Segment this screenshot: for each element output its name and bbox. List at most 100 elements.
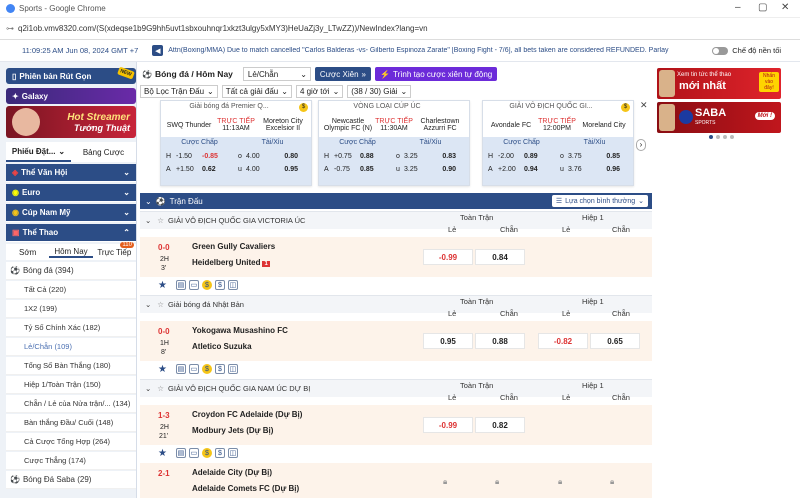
collapse-icon[interactable]: ⌄ [145, 216, 151, 225]
night-mode-toggle[interactable] [712, 46, 729, 55]
category-sports[interactable]: ▣ Thể Thao ⌃ [6, 224, 136, 242]
category-olympics[interactable]: ◈ Thể Văn Hội ⌄ [6, 164, 136, 182]
news-ticker[interactable]: Attn(Boxing/MMA) Due to match cancelled … [168, 47, 688, 54]
price: 0.62 [202, 166, 216, 173]
match-score: 1-3 [158, 411, 170, 420]
favorite-star-icon[interactable]: ★ [158, 448, 167, 459]
half-even-price-button[interactable]: 0.65 [590, 333, 640, 349]
even-price-button[interactable]: 0.84 [475, 249, 525, 265]
hot-streamer-banner[interactable]: Hot Streamer Tướng Thuật [6, 106, 136, 138]
sport-toolbar: ⚽ Bóng đá / Hôm Nay Lẻ/Chẵn ⌄ Cược Xiên» … [140, 66, 498, 82]
match-filter-select[interactable]: Bộ Lọc Trận Đấu ⌄ [140, 84, 218, 98]
compact-version-banner[interactable]: ▯ Phiên bản Rút Gọn NEW [6, 66, 136, 84]
carousel-dot[interactable] [716, 135, 720, 139]
saba-coin-icon[interactable]: $ [201, 280, 212, 290]
galaxy-banner[interactable]: ✦ Galaxy [6, 88, 136, 104]
collapse-icon[interactable]: ⌄ [145, 300, 151, 309]
sidebar-item-mix-parlay[interactable]: Cả Cược Tổng Hợp (264) [6, 433, 136, 451]
favorite-star-icon[interactable]: ★ [158, 364, 167, 375]
even-price-button[interactable]: 0.88 [475, 333, 525, 349]
tab-live[interactable]: Trực Tiếp 110 [93, 241, 136, 257]
league-count-select[interactable]: (38 / 30) Giải ⌄ [347, 84, 412, 98]
minimize-icon[interactable]: – [735, 2, 741, 13]
chart-icon[interactable]: ◫ [227, 448, 238, 458]
hours-filter-select[interactable]: 4 giờ tới ⌄ [295, 84, 344, 98]
favorite-star-icon[interactable]: ☆ [157, 384, 164, 393]
live-tv-icon[interactable]: ▭ [188, 280, 199, 290]
even-price-button[interactable]: 0.82 [475, 417, 525, 433]
live-tv-icon[interactable]: ▭ [188, 364, 199, 374]
over-under-label: Tài/Xỉu [583, 139, 606, 146]
site-info-icon[interactable]: ⊶ [6, 24, 14, 33]
auto-parlay-button[interactable]: ⚡ Trình tạo cược xiên tự động [374, 67, 498, 81]
sidebar-item-first-last-goal[interactable]: Bàn thắng Đầu/ Cuối (148) [6, 414, 136, 432]
stats-icon[interactable]: ▤ [175, 448, 186, 458]
sidebar-item-correct-score[interactable]: Tỷ Số Chính Xác (182) [6, 319, 136, 337]
half-even-header: Chẵn [612, 393, 630, 402]
odd-price-button[interactable]: 0.95 [423, 333, 473, 349]
sidebar-item-football[interactable]: ⚽ Bóng đá (394) [6, 262, 136, 280]
featured-match-card-1[interactable]: Giải bóng đá Premier Q... $ SWQ Thunder … [160, 100, 312, 186]
odd-price-button[interactable]: -0.99 [423, 417, 473, 433]
cashout-icon[interactable]: $ [214, 280, 225, 290]
address-bar[interactable]: ⊶ q2i1ob.vmv8320.com/(S(xdeqse1b9G9hh5uv… [0, 18, 800, 40]
tab-bet-slip[interactable]: Phiếu Đặt... ⌄ [6, 142, 71, 162]
saba-ad-banner[interactable]: SABA SPORTS Mới ! [657, 102, 781, 133]
odds-row-home[interactable]: H -2.00 0.89 o 3.75 0.85 [485, 150, 631, 163]
odd-price-button[interactable]: -0.99 [423, 249, 473, 265]
carousel-dot[interactable] [730, 135, 734, 139]
next-featured-icon[interactable]: › [636, 139, 646, 151]
odds-row-away[interactable]: A +1.50 0.62 u 4.00 0.95 [163, 163, 309, 176]
featured-match-card-3[interactable]: GIẢI VÔ ĐỊCH QUỐC GI... $ Avondale FC TR… [482, 100, 634, 186]
parlay-button[interactable]: Cược Xiên» [314, 67, 371, 81]
maximize-icon[interactable]: ▢ [758, 2, 767, 13]
sidebar-item-half-odd-even[interactable]: Chẵn / Lẻ của Nửa trận/... (134) [6, 395, 136, 413]
sidebar-item-odd-even[interactable]: Lẻ/Chẵn (109) [6, 338, 136, 356]
carousel-dot-active[interactable] [709, 135, 713, 139]
carousel-dot[interactable] [723, 135, 727, 139]
sidebar-item-ht-ft[interactable]: Hiệp 1/Toàn Trận (150) [6, 376, 136, 394]
close-icon[interactable]: ✕ [781, 2, 789, 13]
tab-today[interactable]: Hôm Nay [49, 247, 93, 258]
news-ad-banner[interactable]: Xem tin tức thể thao mới nhất Nhấn vào đ… [657, 68, 781, 99]
sidebar-item-outright[interactable]: Cược Thẳng (174) [6, 452, 136, 470]
odds-row-home[interactable]: H +0.75 0.88 o 3.25 0.83 [321, 150, 467, 163]
chart-icon[interactable]: ◫ [227, 364, 238, 374]
home-team: Newcastle Olympic FC (N) [323, 118, 373, 132]
sidebar-item-all[interactable]: Tất Cả (220) [6, 281, 136, 299]
sort-select[interactable]: ☰ Lựa chọn bình thường ⌄ [551, 195, 648, 207]
odds-row-away[interactable]: A +2.00 0.94 u 3.76 0.96 [485, 163, 631, 176]
collapse-icon[interactable]: ⌄ [145, 384, 151, 393]
live-tv-icon[interactable]: ▭ [188, 448, 199, 458]
chevron-down-icon: ⌄ [123, 168, 130, 177]
collapse-icon[interactable]: ⌄ [145, 197, 152, 206]
sidebar-item-1x2[interactable]: 1X2 (199) [6, 300, 136, 318]
chart-icon[interactable]: ◫ [227, 280, 238, 290]
favorite-star-icon[interactable]: ★ [158, 280, 167, 291]
odds-row-away[interactable]: A -0.75 0.85 u 3.25 0.90 [321, 163, 467, 176]
odds-type-select[interactable]: Lẻ/Chẵn ⌄ [242, 67, 311, 81]
tab-bet-table[interactable]: Bảng Cược [71, 142, 136, 162]
cashout-icon[interactable]: $ [214, 364, 225, 374]
featured-match-card-2[interactable]: VÒNG LOẠI CÚP ÚC Newcastle Olympic FC (N… [318, 100, 470, 186]
tab-early[interactable]: Sớm [6, 248, 49, 257]
url-text[interactable]: q2i1ob.vmv8320.com/(S(xdeqse1b9G9hh5uvt1… [18, 24, 428, 33]
handicap-label: Cược Chấp [503, 139, 540, 146]
category-euro[interactable]: ◉ Euro ⌄ [6, 184, 136, 202]
cashout-icon[interactable]: $ [214, 448, 225, 458]
sidebar-item-saba-football[interactable]: ⚽ Bóng Đá Saba (29) [6, 471, 136, 489]
sidebar-item-total-goals[interactable]: Tổng Số Bàn Thắng (180) [6, 357, 136, 375]
favorite-star-icon[interactable]: ☆ [157, 300, 164, 309]
close-featured-icon[interactable]: ✕ [640, 100, 648, 111]
favorite-star-icon[interactable]: ☆ [157, 216, 164, 225]
saba-coin-icon[interactable]: $ [201, 448, 212, 458]
saba-coin-icon[interactable]: $ [201, 364, 212, 374]
ad-carousel-dots[interactable] [709, 135, 734, 139]
stats-icon[interactable]: ▤ [175, 364, 186, 374]
line: 4.00 [246, 166, 260, 173]
stats-icon[interactable]: ▤ [175, 280, 186, 290]
odds-row-home[interactable]: H -1.50 -0.85 o 4.00 0.80 [163, 150, 309, 163]
category-copa-america[interactable]: ◉ Cúp Nam Mỹ ⌄ [6, 204, 136, 222]
half-odd-price-button[interactable]: -0.82 [538, 333, 588, 349]
league-filter-select[interactable]: Tất cả giải đấu ⌄ [221, 84, 292, 98]
